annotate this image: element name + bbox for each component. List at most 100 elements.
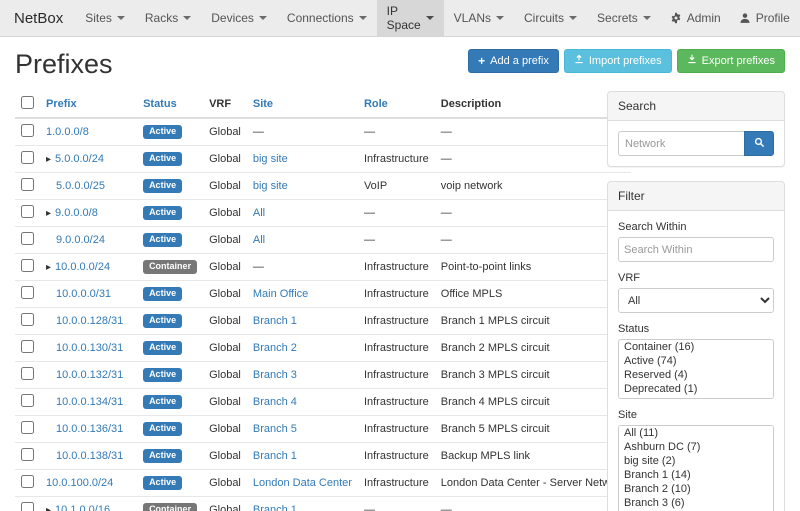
site-link[interactable]: Branch 5	[253, 423, 297, 435]
row-checkbox[interactable]	[21, 367, 34, 380]
table-row: ▸10.0.0.130/31 Active Global Branch 2 In…	[15, 335, 631, 362]
row-checkbox[interactable]	[21, 205, 34, 218]
row-checkbox[interactable]	[21, 475, 34, 488]
select-option[interactable]: Active (74)	[619, 354, 773, 368]
prefix-link[interactable]: 9.0.0.0/24	[56, 234, 105, 246]
table-row: ▸10.0.0.128/31 Active Global Branch 1 In…	[15, 308, 631, 335]
site-link[interactable]: All	[253, 207, 265, 219]
select-option[interactable]: Deprecated (1)	[619, 382, 773, 396]
site-link[interactable]: big site	[253, 180, 288, 192]
site-link[interactable]: Branch 4	[253, 396, 297, 408]
col-header-vrf: VRF	[203, 91, 247, 118]
nav-item-circuits: Circuits	[514, 0, 587, 36]
vrf-select[interactable]: All	[618, 288, 774, 313]
status-select[interactable]: Container (16)Active (74)Reserved (4)Dep…	[618, 339, 774, 399]
row-checkbox[interactable]	[21, 340, 34, 353]
col-header-role[interactable]: Role	[358, 91, 435, 118]
search-input[interactable]	[618, 131, 744, 156]
role-cell: Infrastructure	[358, 281, 435, 308]
site-link[interactable]: Branch 1	[253, 315, 297, 327]
prefix-link[interactable]: 5.0.0.0/24	[55, 153, 104, 165]
site-link[interactable]: Branch 1	[253, 504, 297, 511]
search-button[interactable]	[744, 131, 774, 156]
status-badge: Active	[143, 179, 182, 193]
select-option[interactable]: Reserved (4)	[619, 368, 773, 382]
site-link[interactable]: Main Office	[253, 288, 308, 300]
status-badge: Active	[143, 233, 182, 247]
nav-item-racks: Racks	[135, 0, 201, 36]
row-checkbox[interactable]	[21, 232, 34, 245]
prefix-link[interactable]: 10.0.100.0/24	[46, 477, 113, 489]
row-checkbox[interactable]	[21, 394, 34, 407]
select-option[interactable]: Ashburn DC (7)	[619, 440, 773, 454]
nav-item-label: Racks	[145, 11, 178, 25]
role-cell: Infrastructure	[358, 362, 435, 389]
table-row: ▸1.0.0.0/8 Active Global — — —	[15, 118, 631, 146]
row-checkbox[interactable]	[21, 421, 34, 434]
nav-item-profile[interactable]: Profile	[730, 0, 799, 36]
select-option[interactable]: Branch 1 (14)	[619, 468, 773, 482]
search-within-input[interactable]	[618, 237, 774, 262]
prefix-link[interactable]: 10.0.0.0/31	[56, 288, 111, 300]
select-option[interactable]: big site (2)	[619, 454, 773, 468]
prefix-link[interactable]: 10.0.0.134/31	[56, 396, 123, 408]
prefix-link[interactable]: 1.0.0.0/8	[46, 126, 89, 138]
select-option[interactable]: All (11)	[619, 426, 773, 440]
prefix-link[interactable]: 10.0.0.0/24	[55, 261, 110, 273]
gear-icon	[670, 12, 682, 24]
site-link[interactable]: All	[253, 234, 265, 246]
col-header-prefix[interactable]: Prefix	[40, 91, 137, 118]
site-link[interactable]: Branch 3	[253, 369, 297, 381]
status-badge: Active	[143, 476, 182, 490]
nav-item-label: Devices	[211, 11, 254, 25]
site-link[interactable]: Branch 1	[253, 450, 297, 462]
vrf-label: VRF	[618, 272, 774, 284]
import-icon	[574, 54, 584, 68]
nav-item-devices: Devices	[201, 0, 277, 36]
select-all-checkbox[interactable]	[21, 96, 34, 109]
prefix-link[interactable]: 10.0.0.138/31	[56, 450, 123, 462]
select-option[interactable]: Container (16)	[619, 340, 773, 354]
col-header-status[interactable]: Status	[137, 91, 203, 118]
select-option[interactable]: Branch 2 (10)	[619, 482, 773, 496]
select-option[interactable]: Branch 3 (6)	[619, 496, 773, 510]
prefix-link[interactable]: 10.0.0.136/31	[56, 423, 123, 435]
import-prefixes-button[interactable]: Import prefixes	[564, 49, 672, 73]
row-checkbox[interactable]	[21, 259, 34, 272]
add-prefix-button[interactable]: + Add a prefix	[468, 49, 559, 73]
prefix-link[interactable]: 10.1.0.0/16	[55, 504, 110, 511]
prefix-link[interactable]: 10.0.0.128/31	[56, 315, 123, 327]
nav-item-label: Secrets	[597, 11, 638, 25]
row-checkbox[interactable]	[21, 286, 34, 299]
export-prefixes-button[interactable]: Export prefixes	[677, 49, 785, 73]
prefix-link[interactable]: 10.0.0.132/31	[56, 369, 123, 381]
role-cell: Infrastructure	[358, 146, 435, 173]
site-select[interactable]: All (11)Ashburn DC (7)big site (2)Branch…	[618, 425, 774, 511]
nav-admin-label: Admin	[687, 11, 721, 25]
prefix-link[interactable]: 9.0.0.0/8	[55, 207, 98, 219]
table-row: ▸9.0.0.0/24 Active Global All — —	[15, 227, 631, 254]
prefix-cell: ▸10.0.0.136/31	[46, 423, 123, 435]
brand-link[interactable]: NetBox	[12, 0, 75, 36]
search-within-label: Search Within	[618, 221, 774, 233]
row-checkbox[interactable]	[21, 448, 34, 461]
site-link[interactable]: Branch 2	[253, 342, 297, 354]
role-cell: Infrastructure	[358, 254, 435, 281]
role-cell: Infrastructure	[358, 335, 435, 362]
nav-item-admin[interactable]: Admin	[661, 0, 730, 36]
row-checkbox[interactable]	[21, 151, 34, 164]
row-checkbox[interactable]	[21, 124, 34, 137]
role-cell: Infrastructure	[358, 389, 435, 416]
row-checkbox[interactable]	[21, 313, 34, 326]
nav-item-ip-space: IP Space	[377, 0, 444, 36]
prefix-link[interactable]: 10.0.0.130/31	[56, 342, 123, 354]
description-cell: Branch 3 MPLS circuit	[435, 362, 632, 389]
description-cell: Branch 2 MPLS circuit	[435, 335, 632, 362]
site-link[interactable]: London Data Center	[253, 477, 352, 489]
row-checkbox[interactable]	[21, 178, 34, 191]
prefix-link[interactable]: 5.0.0.0/25	[56, 180, 105, 192]
row-checkbox[interactable]	[21, 502, 34, 511]
site-link[interactable]: big site	[253, 153, 288, 165]
col-header-site[interactable]: Site	[247, 91, 358, 118]
table-row: ▸5.0.0.0/25 Active Global big site VoIP …	[15, 173, 631, 200]
